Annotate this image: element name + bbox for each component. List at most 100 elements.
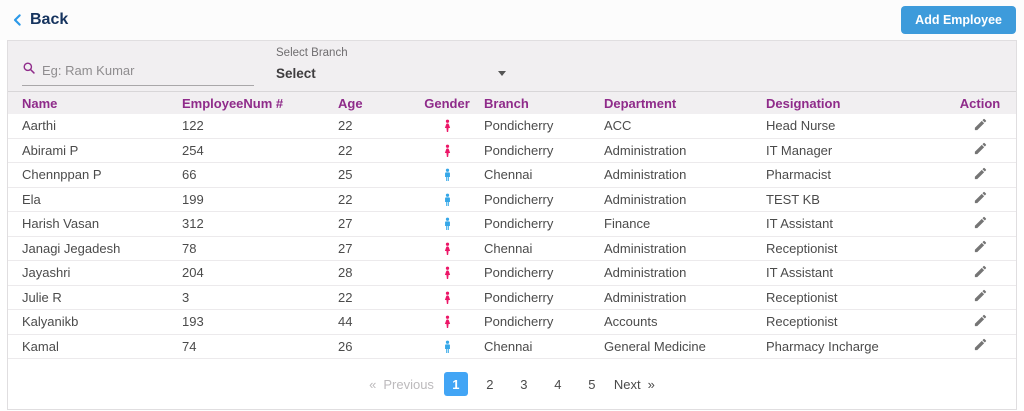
edit-row-button[interactable] [973, 166, 988, 181]
cell-age: 22 [338, 118, 353, 134]
cell-department: Administration [604, 265, 687, 281]
branch-select-value: Select [276, 66, 316, 81]
cell-department: ACC [604, 118, 632, 134]
next-page-button[interactable]: Next » [614, 377, 655, 392]
cell-designation: Pharmacy Incharge [766, 338, 879, 354]
double-chevron-left-icon: « [369, 376, 377, 392]
column-header-gender: Gender [424, 95, 470, 111]
cell-age: 27 [338, 216, 353, 232]
chevron-left-icon [10, 12, 26, 28]
cell-department: Administration [604, 289, 687, 305]
female-icon [410, 142, 484, 159]
cell-employeenum: 66 [182, 167, 197, 183]
table-row: Julie R 3 22 Pondicherry Administration … [8, 285, 1016, 310]
cell-name: Abirami P [22, 142, 79, 158]
cell-name: Julie R [22, 289, 62, 305]
column-header-designation: Designation [766, 95, 841, 111]
edit-pencil-icon [973, 167, 988, 184]
cell-name: Janagi Jegadesh [22, 240, 121, 256]
page-button-5[interactable]: 5 [580, 372, 604, 396]
cell-name: Aarthi [22, 118, 56, 134]
branch-filter: Select Branch Select [276, 47, 506, 81]
cell-department: Administration [604, 167, 687, 183]
female-icon [410, 240, 484, 257]
cell-name: Kamal [22, 338, 59, 354]
edit-pencil-icon [973, 290, 988, 306]
table-body: Aarthi 122 22 Pondicherry ACC Head Nurse [8, 114, 1016, 359]
cell-name: Kalyanikb [22, 314, 79, 330]
cell-age: 28 [338, 265, 353, 281]
edit-row-button[interactable] [973, 264, 988, 279]
female-icon [410, 289, 484, 306]
edit-row-button[interactable] [973, 239, 988, 254]
cell-department: General Medicine [604, 338, 706, 354]
previous-page-button[interactable]: « Previous [369, 377, 434, 392]
page-button-1[interactable]: 1 [443, 372, 468, 396]
table-row: Janagi Jegadesh 78 27 Chennai Administra… [8, 236, 1016, 261]
page-button-2[interactable]: 2 [478, 372, 502, 396]
column-header-action: Action [959, 95, 1001, 111]
cell-age: 22 [338, 289, 353, 305]
cell-branch: Pondicherry [484, 216, 554, 232]
table-row: Chennppan P 66 25 Chennai Administration… [8, 163, 1016, 188]
cell-name: Ela [22, 191, 41, 207]
back-label: Back [30, 11, 69, 28]
cell-age: 22 [338, 191, 353, 207]
edit-row-button[interactable] [973, 288, 988, 303]
cell-employeenum: 122 [182, 118, 204, 134]
cell-designation: IT Assistant [766, 216, 833, 232]
cell-age: 27 [338, 240, 353, 256]
edit-row-button[interactable] [973, 117, 988, 132]
edit-pencil-icon [973, 143, 988, 159]
cell-designation: Receptionist [766, 240, 838, 256]
cell-designation: IT Manager [766, 142, 833, 158]
edit-pencil-icon [973, 314, 988, 331]
female-icon [410, 264, 484, 281]
edit-row-button[interactable] [973, 190, 988, 205]
double-chevron-right-icon: » [647, 376, 655, 392]
add-employee-button[interactable]: Add Employee [901, 6, 1016, 34]
table-row: Jayashri 204 28 Pondicherry Administrati… [8, 261, 1016, 286]
table-row: Harish Vasan 312 27 Pondicherry Finance … [8, 212, 1016, 237]
edit-pencil-icon [973, 118, 988, 135]
female-icon [410, 313, 484, 330]
table-row: Kalyanikb 193 44 Pondicherry Accounts Re… [8, 310, 1016, 335]
cell-branch: Chennai [484, 338, 533, 354]
table-row: Kamal 74 26 Chennai General Medicine Pha… [8, 334, 1016, 359]
filter-bar: Select Branch Select [8, 41, 1016, 91]
branch-select[interactable]: Select [276, 66, 506, 81]
cell-employeenum: 254 [182, 142, 204, 158]
page-button-3[interactable]: 3 [512, 372, 536, 396]
edit-row-button[interactable] [973, 215, 988, 230]
cell-age: 44 [338, 314, 353, 330]
employee-panel: Select Branch Select Name EmployeeNum # … [7, 40, 1017, 410]
cell-designation: Head Nurse [766, 118, 836, 134]
branch-filter-label: Select Branch [276, 47, 348, 59]
edit-pencil-icon [973, 339, 988, 355]
cell-age: 22 [338, 142, 353, 158]
cell-name: Chennppan P [22, 167, 102, 183]
cell-employeenum: 3 [182, 289, 190, 305]
page-button-4[interactable]: 4 [546, 372, 570, 396]
edit-row-button[interactable] [973, 337, 988, 352]
back-button[interactable]: Back [10, 11, 68, 29]
edit-row-button[interactable] [973, 313, 988, 328]
cell-department: Administration [604, 240, 687, 256]
cell-department: Administration [604, 142, 687, 158]
top-bar: Back Add Employee [0, 0, 1024, 40]
previous-label: Previous [383, 376, 434, 392]
column-header-department: Department [604, 95, 677, 111]
cell-employeenum: 204 [182, 265, 204, 281]
edit-pencil-icon [973, 192, 988, 208]
cell-department: Administration [604, 191, 687, 207]
cell-branch: Pondicherry [484, 289, 554, 305]
cell-employeenum: 312 [182, 216, 204, 232]
cell-employeenum: 199 [182, 191, 204, 207]
column-header-age: Age [338, 95, 363, 111]
cell-branch: Pondicherry [484, 314, 554, 330]
edit-row-button[interactable] [973, 141, 988, 156]
male-icon [410, 191, 484, 208]
search-input[interactable] [42, 63, 254, 78]
caret-down-icon [498, 71, 506, 76]
cell-department: Accounts [604, 314, 658, 330]
